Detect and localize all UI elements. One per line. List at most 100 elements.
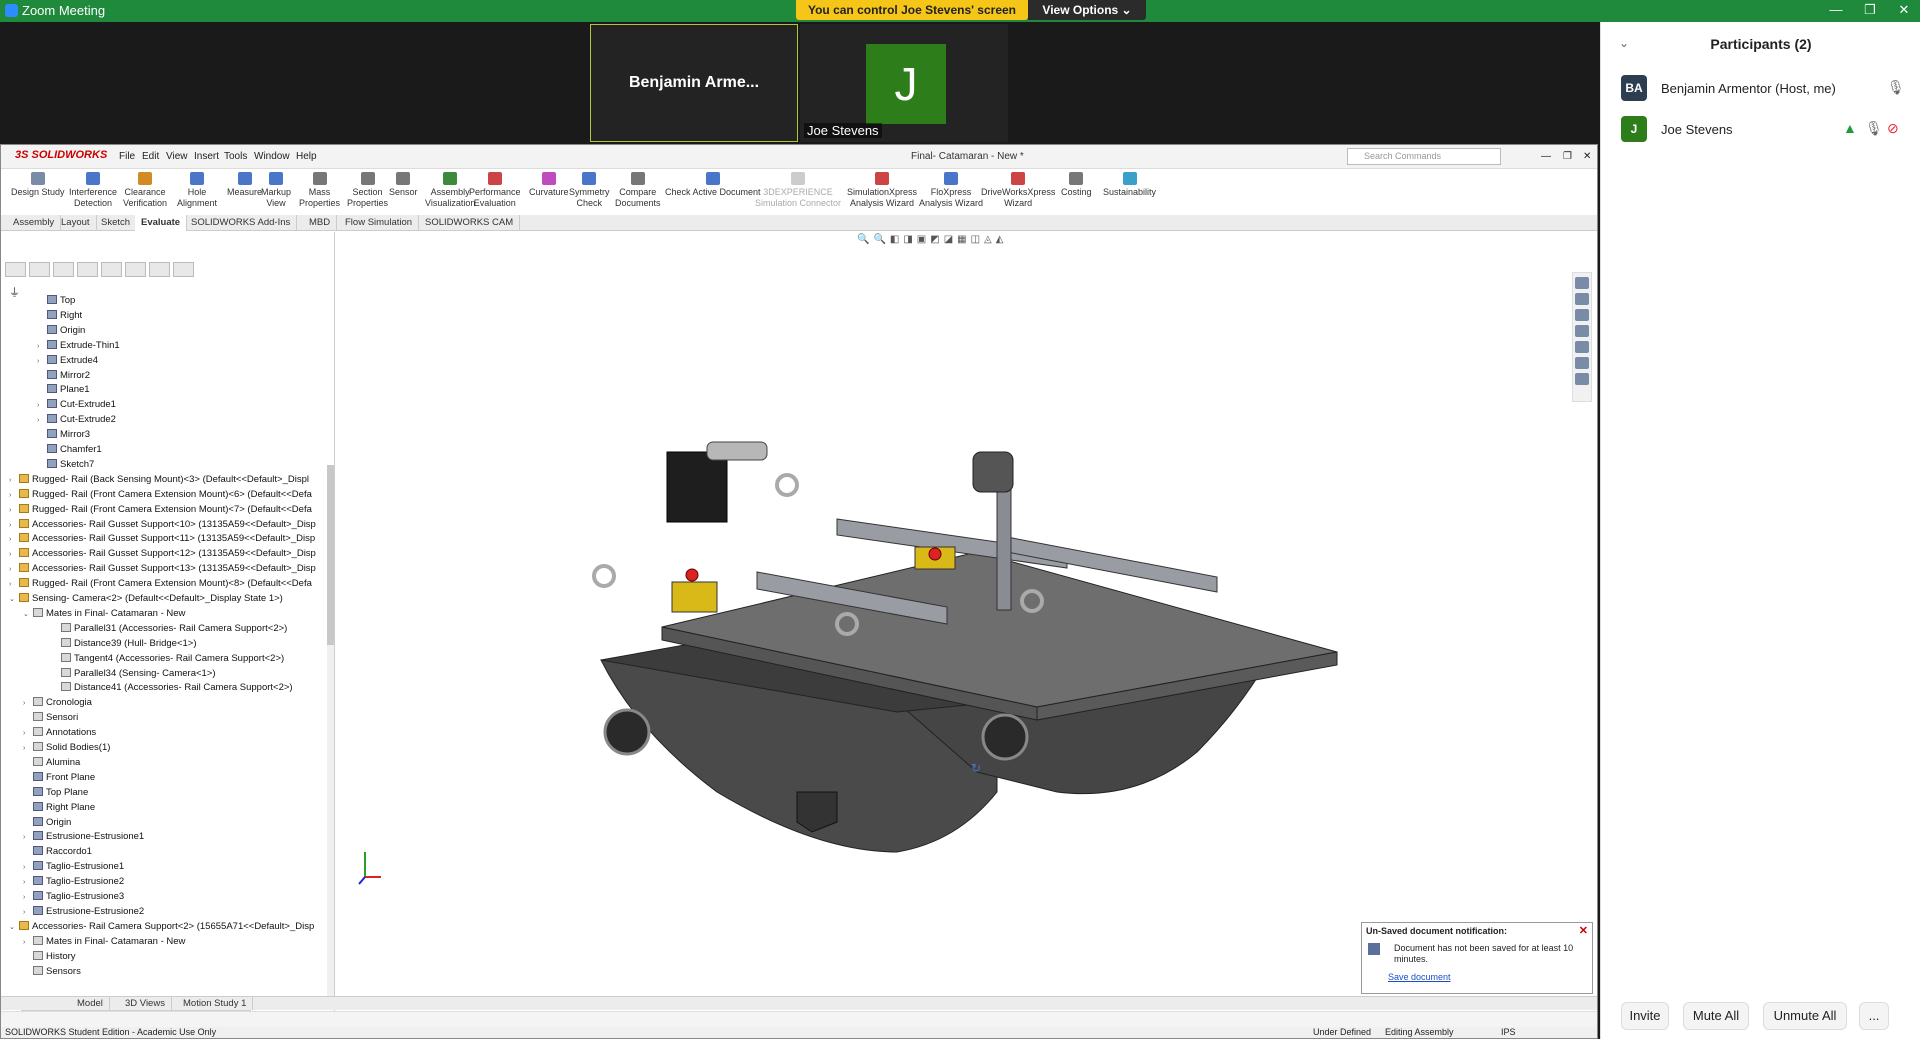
expand-arrow-icon[interactable]: ›	[9, 581, 19, 588]
ribbon-button[interactable]: Interference Detection	[69, 172, 117, 209]
tree-item[interactable]: Parallel31 (Accessories- Rail Camera Sup…	[51, 622, 287, 635]
ribbon-button[interactable]: Curvature	[529, 172, 569, 198]
tree-item[interactable]: › Cut-Extrude1	[37, 399, 116, 411]
tree-item[interactable]: Parallel34 (Sensing- Camera<1>)	[51, 667, 216, 680]
microphone-icon[interactable]: 🎙	[1887, 79, 1905, 96]
ribbon-button[interactable]: Symmetry Check	[569, 172, 610, 209]
ribbon-button[interactable]: SimulationXpress Analysis Wizard	[847, 172, 917, 209]
expand-arrow-icon[interactable]: ›	[37, 402, 47, 409]
expand-arrow-icon[interactable]: ›	[23, 730, 33, 737]
tree-item[interactable]: Mirror2	[37, 369, 90, 382]
expand-arrow-icon[interactable]: ›	[23, 745, 33, 752]
video-off-icon[interactable]: ⊘	[1887, 120, 1899, 137]
ribbon-button[interactable]: Costing	[1061, 172, 1092, 198]
menu-insert[interactable]: Insert	[194, 151, 219, 162]
view-options-button[interactable]: View Options ⌄	[1028, 0, 1146, 20]
expand-arrow-icon[interactable]: ⌄	[9, 923, 19, 931]
video-tile-benjamin[interactable]: Benjamin Arme...	[590, 24, 798, 142]
sw-minimize-button[interactable]: —	[1541, 151, 1551, 162]
expand-arrow-icon[interactable]: ›	[37, 358, 47, 365]
selection-filter-toolbar[interactable]	[1, 1011, 1597, 1027]
expand-arrow-icon[interactable]: ›	[9, 522, 19, 529]
ribbon-button[interactable]: Performance Evaluation	[469, 172, 521, 209]
tree-item[interactable]: Top	[37, 295, 75, 307]
expand-arrow-icon[interactable]: ›	[37, 417, 47, 424]
tree-item[interactable]: › Cut-Extrude2	[37, 414, 116, 426]
display-tab-icon[interactable]	[101, 262, 122, 277]
ribbon-button[interactable]: Design Study	[11, 172, 65, 198]
ribbon-button[interactable]: 3DEXPERIENCE Simulation Connector	[755, 172, 841, 209]
sw-close-button[interactable]: ✕	[1583, 151, 1591, 162]
ribbon-button[interactable]: Markup View	[261, 172, 291, 209]
expand-arrow-icon[interactable]: ›	[23, 864, 33, 871]
tree-item[interactable]: Origin	[23, 816, 71, 829]
save-document-link[interactable]: Save document	[1388, 972, 1451, 982]
expand-arrow-icon[interactable]: ⌄	[9, 595, 19, 603]
ribbon-button[interactable]: DriveWorksXpress Wizard	[981, 172, 1055, 209]
catamaran-3d-model[interactable]: ↻	[337, 232, 1597, 1017]
tree-item[interactable]: Distance41 (Accessories- Rail Camera Sup…	[51, 682, 293, 694]
expand-arrow-icon[interactable]: ›	[9, 551, 19, 558]
tree-item[interactable]: Front Plane	[23, 771, 95, 784]
expand-arrow-icon[interactable]: ›	[9, 492, 19, 499]
tree-item[interactable]: Tangent4 (Accessories- Rail Camera Suppo…	[51, 652, 284, 665]
tab-model[interactable]: Model	[71, 997, 110, 1010]
tab-3d-views[interactable]: 3D Views	[119, 997, 172, 1010]
feature-tree-tab-icon[interactable]	[5, 262, 26, 277]
remote-control-banner[interactable]: You can control Joe Stevens' screen	[796, 0, 1028, 20]
tree-item[interactable]: ⌄ Sensing- Camera<2> (Default<<Default>_D…	[9, 593, 283, 605]
ribbon-button[interactable]: Clearance Verification	[123, 172, 167, 209]
tree-item[interactable]: › Annotations	[23, 727, 96, 739]
restore-button[interactable]: ❐	[1856, 2, 1884, 18]
expand-arrow-icon[interactable]: ›	[9, 477, 19, 484]
cam-tab-icon[interactable]	[125, 262, 146, 277]
search-commands-input[interactable]: Search Commands	[1347, 148, 1501, 165]
expand-arrow-icon[interactable]: ›	[9, 536, 19, 543]
ribbon-button[interactable]: Compare Documents	[615, 172, 661, 209]
expand-arrow-icon[interactable]: ›	[9, 507, 19, 514]
tree-item[interactable]: Alumina	[23, 756, 80, 769]
command-tab[interactable]: MBD	[303, 215, 338, 231]
tree-item[interactable]: › Taglio-Estrusione1	[23, 861, 124, 873]
expand-arrow-icon[interactable]: ›	[9, 566, 19, 573]
menu-help[interactable]: Help	[296, 151, 317, 162]
invite-button[interactable]: Invite	[1621, 1002, 1669, 1030]
expand-arrow-icon[interactable]: ›	[23, 894, 33, 901]
tree-item[interactable]: › Rugged- Rail (Front Camera Extension Mo…	[9, 503, 312, 516]
ribbon-button[interactable]: Section Properties	[347, 172, 388, 209]
menu-window[interactable]: Window	[254, 151, 290, 162]
command-tab[interactable]: Assembly	[7, 215, 62, 231]
tree-item[interactable]: Plane1	[37, 384, 90, 396]
tree-item[interactable]: Sensori	[23, 712, 78, 724]
expand-arrow-icon[interactable]: ⌄	[23, 610, 33, 618]
tree-item[interactable]: Mirror3	[37, 429, 90, 441]
command-tab[interactable]: Evaluate	[135, 215, 188, 231]
ribbon-button[interactable]: Hole Alignment	[177, 172, 217, 209]
config-tab-icon[interactable]	[53, 262, 74, 277]
command-tab[interactable]: Sketch	[95, 215, 138, 231]
participant-row[interactable]: J Joe Stevens ▲ 🎙 ⊘	[1621, 116, 1911, 144]
ribbon-button[interactable]: Sustainability	[1103, 172, 1156, 198]
tree-item[interactable]: › Accessories- Rail Gusset Support<13> (1…	[9, 563, 316, 575]
notification-close-button[interactable]: ✕	[1579, 924, 1588, 937]
command-tab[interactable]: Flow Simulation	[339, 215, 420, 231]
ribbon-button[interactable]: Measure	[227, 172, 262, 198]
tree-item[interactable]: › Solid Bodies(1)	[23, 742, 110, 754]
menu-file[interactable]: File	[119, 151, 135, 162]
unmute-all-button[interactable]: Unmute All	[1763, 1002, 1847, 1030]
microphone-icon[interactable]: 🎙	[1865, 120, 1883, 137]
sw-restore-button[interactable]: ❐	[1563, 151, 1572, 162]
tree-scrollbar[interactable]	[327, 465, 334, 1005]
tree-item[interactable]: › Cronologia	[23, 697, 92, 709]
menu-tools[interactable]: Tools	[224, 151, 247, 162]
tree-item[interactable]: › Taglio-Estrusione2	[23, 876, 124, 888]
tree-item[interactable]: › Rugged- Rail (Front Camera Extension Mo…	[9, 488, 312, 501]
tree-item[interactable]: › Extrude-Thin1	[37, 339, 120, 352]
ribbon-button[interactable]: Sensor	[389, 172, 418, 198]
graphics-viewport[interactable]: 🔍🔍◧◨▣◩◪▦◫◬◭ ↻ Un-Saved document notifica…	[337, 232, 1597, 1017]
more-button[interactable]: ...	[1859, 1002, 1889, 1030]
participant-row[interactable]: BA Benjamin Armentor (Host, me) 🎙	[1621, 75, 1911, 103]
tree-item[interactable]: ⌄ Accessories- Rail Camera Support<2> (15…	[9, 920, 314, 933]
tree-item[interactable]: › Extrude4	[37, 354, 98, 367]
ribbon-button[interactable]: Assembly Visualization	[425, 172, 475, 209]
